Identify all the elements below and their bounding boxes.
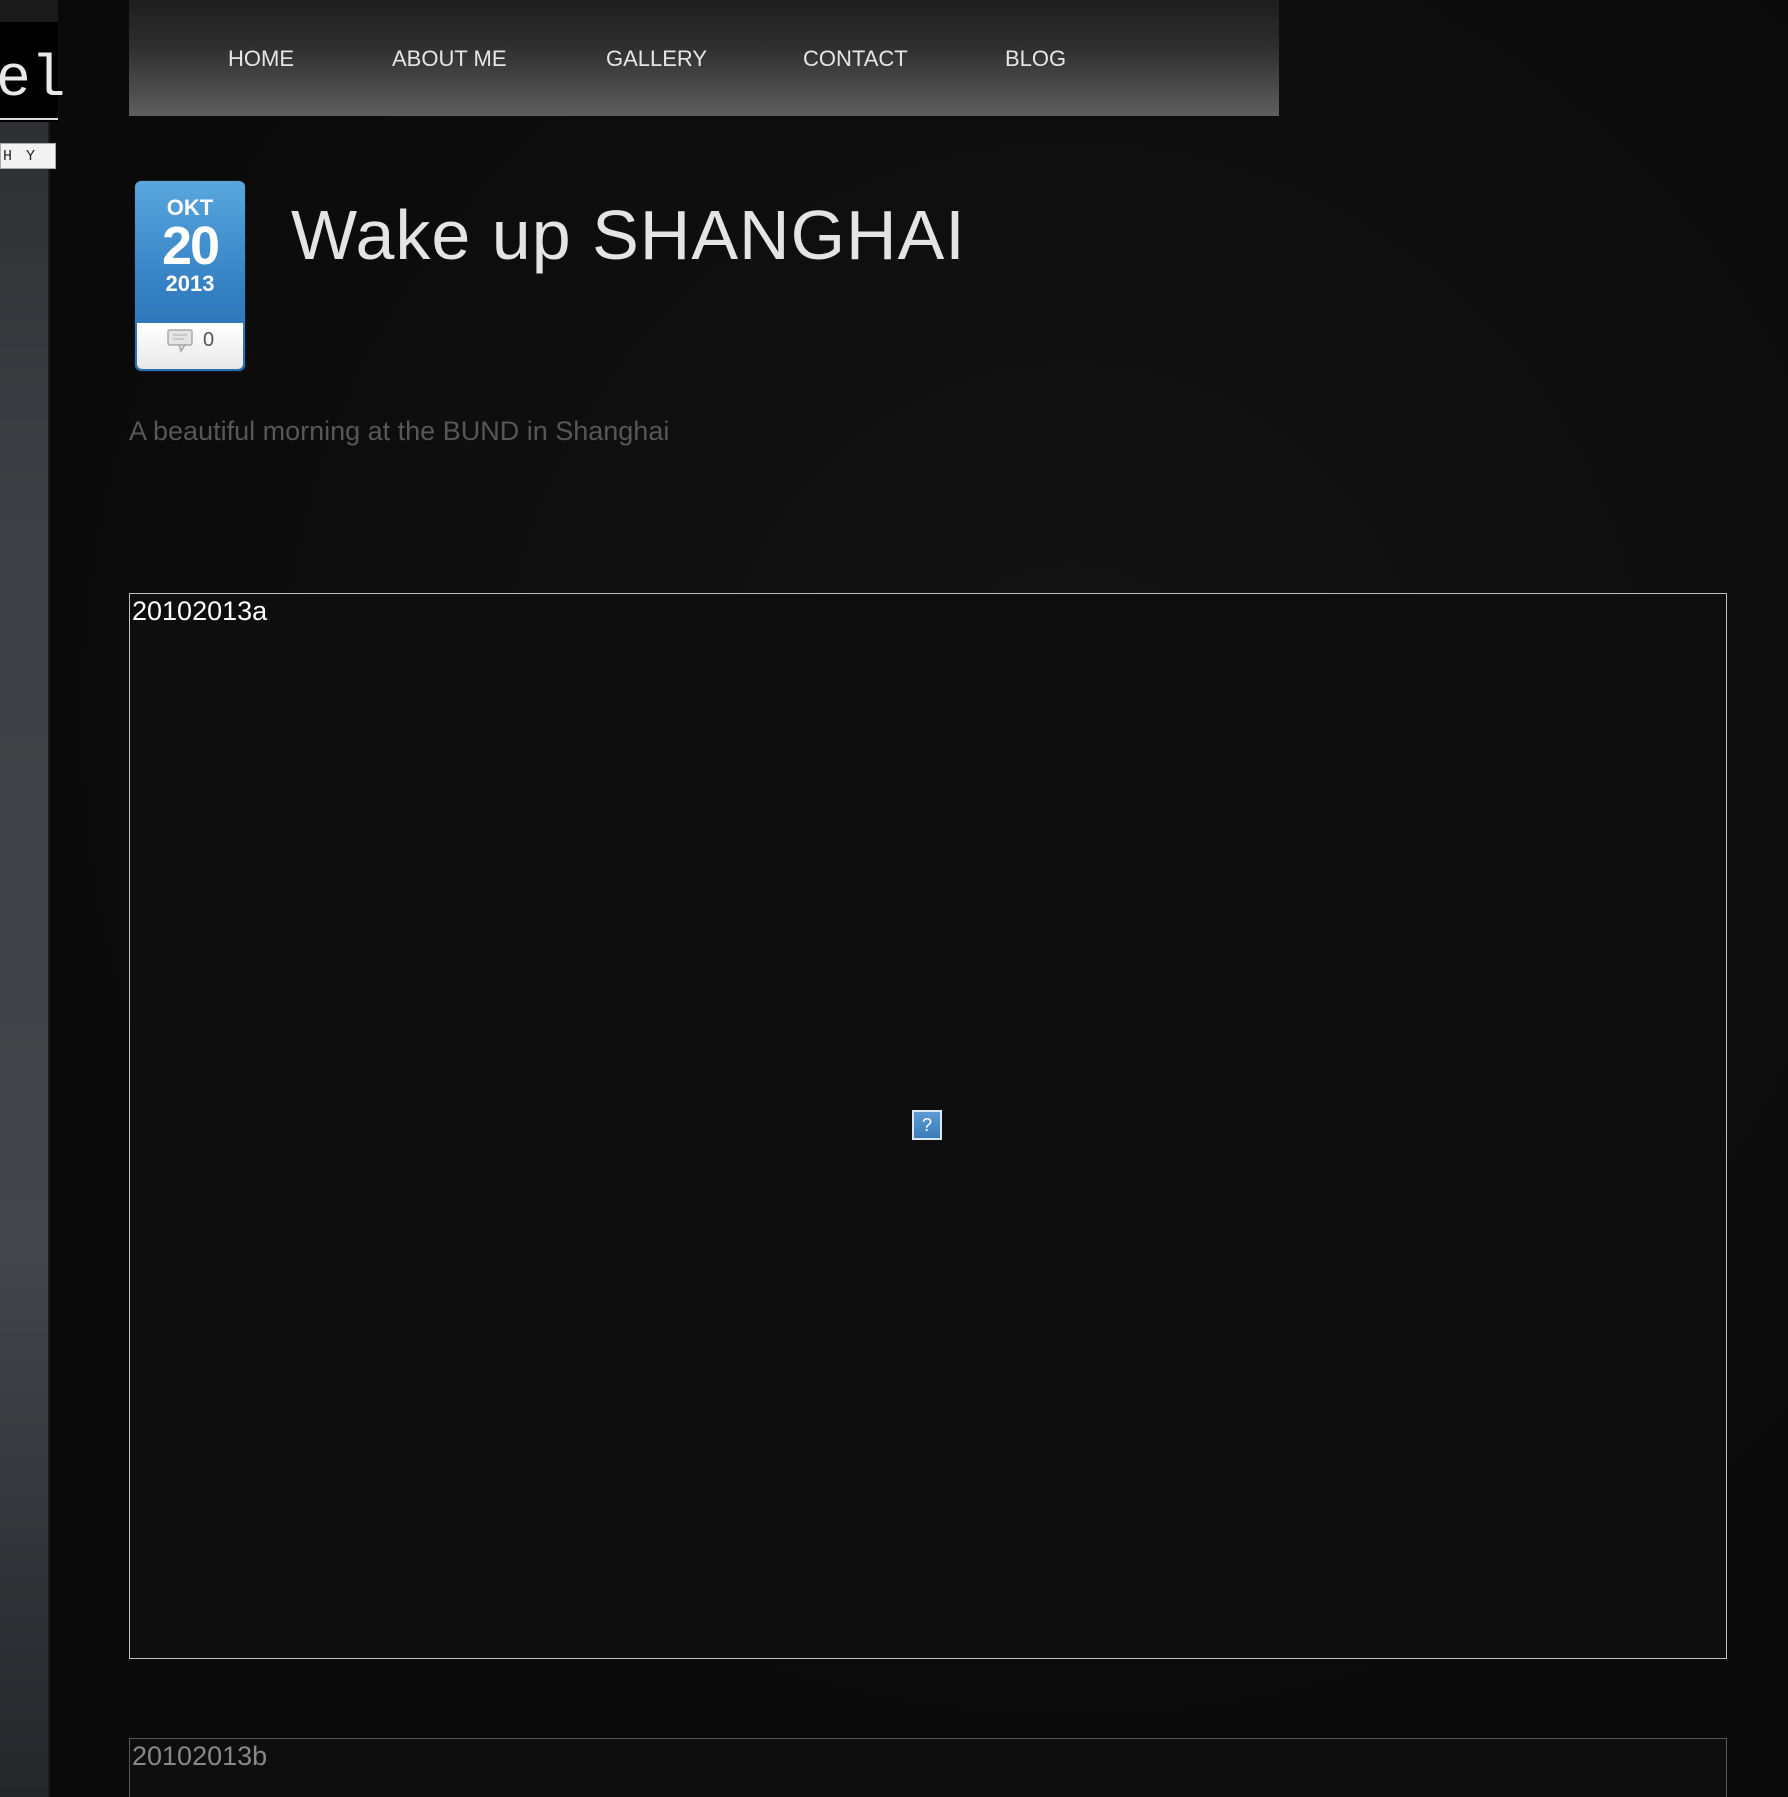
comments-link[interactable]: 0	[137, 323, 243, 369]
post-image-1[interactable]: 20102013a ?	[129, 593, 1727, 1659]
post-date-year: 2013	[165, 271, 215, 296]
nav-item-gallery[interactable]: GALLERY	[606, 46, 707, 72]
comment-bubble-icon	[167, 329, 195, 358]
post-date-badge: OKT 20 2013 0	[135, 181, 245, 371]
post-image-2[interactable]: 20102013b	[129, 1738, 1727, 1797]
page: el HY HOME ABOUT ME GALLERY CONTACT BLOG…	[0, 0, 1788, 1797]
post-date-day: 20	[161, 216, 220, 276]
main-navigation: HOME ABOUT ME GALLERY CONTACT BLOG	[129, 0, 1279, 116]
logo-top-bar	[0, 0, 58, 22]
nav-item-contact[interactable]: CONTACT	[803, 46, 908, 72]
image-alt-text: 20102013b	[132, 1741, 268, 1771]
image-alt-text: 20102013a	[132, 596, 268, 626]
post-excerpt: A beautiful morning at the BUND in Shang…	[129, 416, 670, 446]
post-title[interactable]: Wake up SHANGHAI	[291, 195, 966, 275]
site-logo-subtitle: HY	[0, 143, 56, 169]
nav-item-home[interactable]: HOME	[228, 46, 294, 72]
broken-image-icon: ?	[912, 1110, 942, 1140]
nav-item-blog[interactable]: BLOG	[1005, 46, 1066, 72]
nav-item-about-me[interactable]: ABOUT ME	[392, 46, 507, 72]
comment-count: 0	[203, 329, 215, 351]
site-logo-text: el	[0, 48, 66, 113]
logo-divider	[0, 118, 58, 120]
left-sidebar-strip: el HY	[0, 0, 66, 1797]
